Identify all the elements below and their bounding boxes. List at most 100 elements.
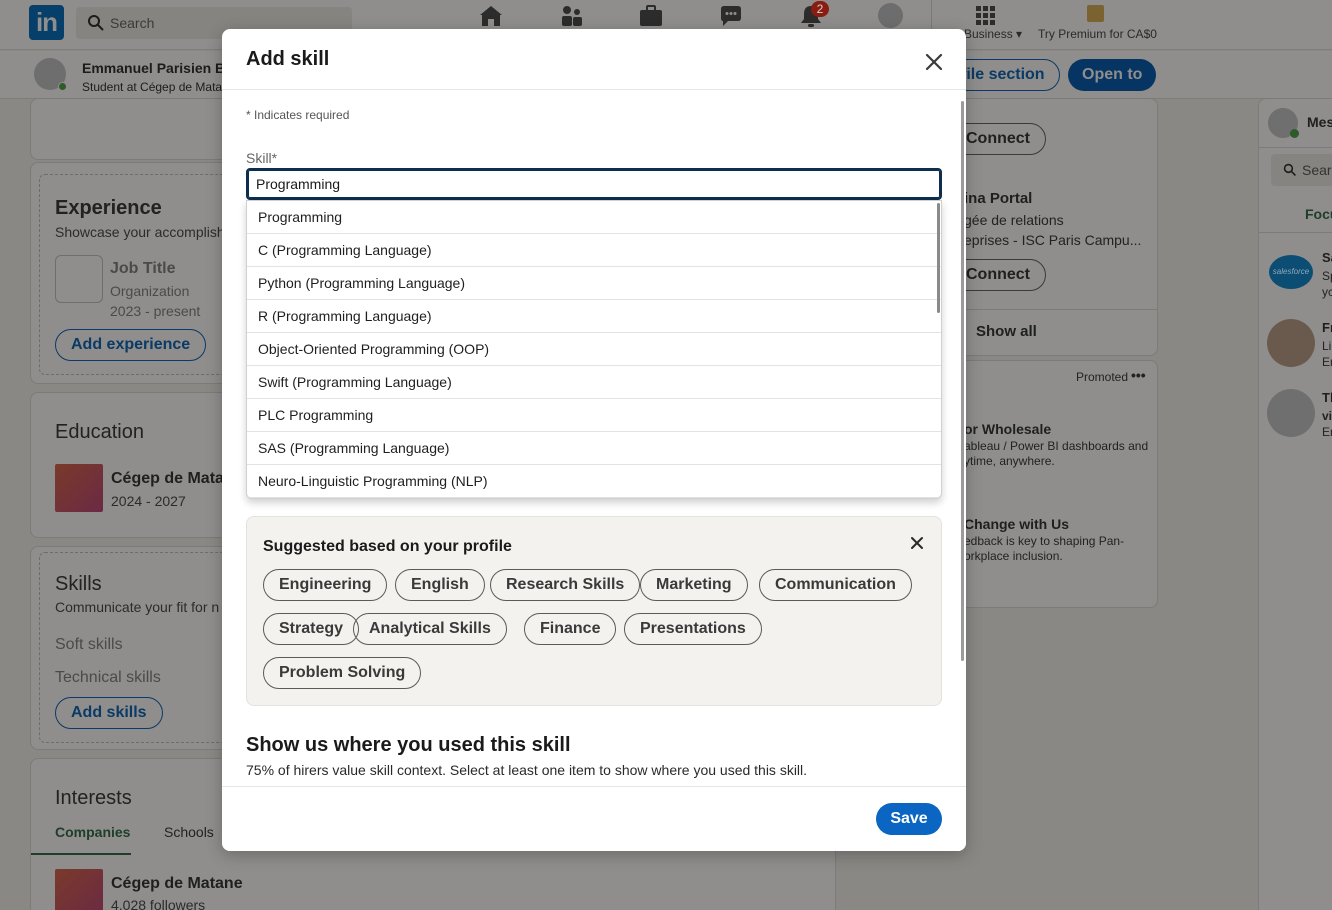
suggested-title: Suggested based on your profile <box>263 538 512 555</box>
company-logo <box>55 869 103 910</box>
tab-focused[interactable]: Focu <box>1305 206 1332 222</box>
suggested-skill-chip[interactable]: Analytical Skills <box>353 613 507 645</box>
dropdown-list: Programming C (Programming Language) Pytho… <box>247 201 941 498</box>
ad2-title[interactable]: Change with Us <box>964 516 1069 532</box>
skill-context-title: Show us where you used this skill <box>246 734 571 756</box>
premium-link[interactable]: Try Premium for CA$0 <box>1038 27 1157 41</box>
dropdown-option[interactable]: Python (Programming Language) <box>247 267 941 300</box>
tab-companies[interactable]: Companies <box>55 824 130 840</box>
school-logo <box>55 464 103 512</box>
suggested-skill-chip[interactable]: Research Skills <box>490 569 641 601</box>
conversation-3-line2: Er <box>1322 425 1332 439</box>
soft-skills-label: Soft skills <box>55 636 123 653</box>
add-skills-button[interactable]: Add skills <box>55 697 163 729</box>
conversation-3-name[interactable]: Th <box>1322 390 1332 405</box>
me-avatar[interactable] <box>878 3 903 28</box>
modal-header: Add skill <box>222 29 966 90</box>
suggested-skill-chip[interactable]: Finance <box>524 613 617 645</box>
search-icon <box>88 15 104 31</box>
dropdown-option[interactable]: R (Programming Language) <box>247 300 941 333</box>
dismiss-suggestions-button[interactable] <box>905 531 929 555</box>
search-icon <box>1283 163 1296 176</box>
conversation-1-line2: yc <box>1322 285 1332 299</box>
business-label: Business <box>964 27 1013 41</box>
modal-body: * Indicates required Skill* ProgrammingC… <box>222 91 966 786</box>
more-options-icon[interactable]: ••• <box>1131 367 1146 383</box>
premium-icon <box>1087 5 1104 22</box>
messaging-label[interactable]: Mes <box>1307 114 1332 130</box>
search-placeholder: Search <box>110 15 155 31</box>
modal-scrollbar[interactable] <box>961 101 964 661</box>
network-icon[interactable] <box>559 5 583 27</box>
skills-subtitle: Communicate your fit for n <box>55 599 220 615</box>
conversation-1-name[interactable]: Sa <box>1322 250 1332 265</box>
notification-badge: 2 <box>811 1 829 17</box>
add-experience-button[interactable]: Add experience <box>55 329 207 361</box>
conversation-1-line1: Sp <box>1322 269 1332 283</box>
person-name[interactable]: ina Portal <box>964 190 1032 207</box>
ad2-line1: edback is key to shaping Pan- <box>964 534 1125 548</box>
person-headline-2: eprises - ISC Paris Campu... <box>964 232 1142 248</box>
skill-context-subtitle: 75% of hirers value skill context. Selec… <box>246 762 808 778</box>
suggested-skill-chip[interactable]: Presentations <box>624 613 762 645</box>
messaging-icon[interactable] <box>719 5 743 27</box>
suggested-skill-chip[interactable]: Marketing <box>640 569 748 601</box>
conversation-3-line1: vi <box>1322 409 1332 423</box>
close-icon <box>925 53 943 71</box>
ad1-title[interactable]: or Wholesale <box>964 421 1051 437</box>
briefcase-icon <box>55 255 103 303</box>
dropdown-option[interactable]: Object-Oriented Programming (OOP) <box>247 333 941 366</box>
interests-title: Interests <box>55 787 132 809</box>
show-all-link[interactable]: Show all <box>976 323 1037 340</box>
suggested-skill-chip[interactable]: English <box>395 569 485 601</box>
business-grid-icon[interactable] <box>976 6 995 25</box>
conversation-2-name[interactable]: Fr <box>1322 320 1332 335</box>
conversation-2-line2: Er <box>1322 355 1332 369</box>
school-name[interactable]: Cégep de Mata <box>111 470 224 488</box>
person-headline-1: gée de relations <box>964 212 1064 228</box>
messaging-search-placeholder: Searc <box>1302 162 1332 178</box>
skill-typeahead-dropdown: Programming C (Programming Language) Pytho… <box>246 200 942 499</box>
jobs-icon[interactable] <box>639 5 663 27</box>
modal-footer: Save <box>222 786 966 851</box>
profile-name: Emmanuel Parisien Bo <box>82 60 234 76</box>
suggested-skill-chip[interactable]: Engineering <box>263 569 388 601</box>
education-title: Education <box>55 421 144 443</box>
company-followers: 4,028 followers <box>111 897 206 910</box>
tab-schools[interactable]: Schools <box>164 824 214 840</box>
suggested-skill-chip[interactable]: Problem Solving <box>263 657 422 689</box>
suggested-skill-chip[interactable]: Communication <box>759 569 912 601</box>
dropdown-option[interactable]: Neuro-Linguistic Programming (NLP) <box>247 465 941 498</box>
ad2-line2: orkplace inclusion. <box>964 549 1063 563</box>
active-tab-underline <box>31 853 131 855</box>
ad1-line1: ableau / Power BI dashboards and <box>964 439 1149 453</box>
dropdown-option[interactable]: C (Programming Language) <box>247 234 941 267</box>
save-button[interactable]: Save <box>876 803 942 835</box>
linkedin-logo[interactable]: in <box>29 5 64 40</box>
dropdown-option[interactable]: Swift (Programming Language) <box>247 366 941 399</box>
required-note: * Indicates required <box>246 108 350 122</box>
school-dates: 2024 - 2027 <box>111 493 186 509</box>
business-menu[interactable]: Business ▾ <box>964 27 1022 41</box>
conversation-3-avatar <box>1267 389 1315 437</box>
technical-skills-label: Technical skills <box>55 669 161 686</box>
company-name[interactable]: Cégep de Matane <box>111 875 243 893</box>
online-status-dot <box>58 82 67 91</box>
divider <box>1259 147 1332 148</box>
experience-title: Experience <box>55 197 162 219</box>
profile-role: Student at Cégep de Matan <box>82 80 229 94</box>
dropdown-scrollbar[interactable] <box>937 203 940 313</box>
dropdown-option[interactable]: PLC Programming <box>247 399 941 432</box>
skill-input[interactable] <box>246 168 942 200</box>
messaging-search[interactable]: Searc <box>1271 154 1332 186</box>
home-icon[interactable] <box>479 5 503 27</box>
dropdown-option[interactable]: SAS (Programming Language) <box>247 432 941 465</box>
dropdown-option[interactable]: Programming <box>247 201 941 234</box>
suggested-skill-chip[interactable]: Strategy <box>263 613 360 645</box>
messaging-panel: Mes Searc Focu salesforce Sa Sp yc Fr Li… <box>1258 98 1332 910</box>
caret-down-icon: ▾ <box>1016 27 1023 41</box>
conversation-2-line1: Li <box>1322 339 1332 353</box>
close-modal-button[interactable] <box>918 46 950 78</box>
open-to-button[interactable]: Open to <box>1068 59 1157 91</box>
experience-subtitle: Showcase your accomplishm <box>55 224 237 240</box>
